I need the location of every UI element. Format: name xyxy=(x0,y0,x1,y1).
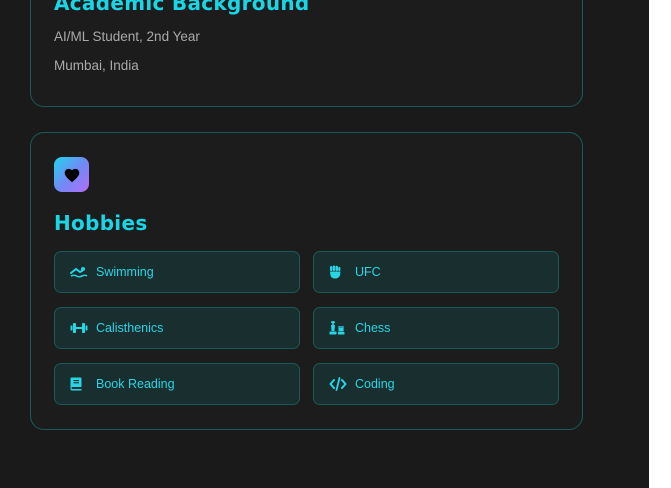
hobby-ufc[interactable]: UFC xyxy=(313,251,559,293)
chess-icon xyxy=(329,320,349,336)
hobby-label: Book Reading xyxy=(96,377,175,391)
hobby-book-reading[interactable]: Book Reading xyxy=(54,363,300,405)
hobby-label: Calisthenics xyxy=(96,321,164,335)
hobby-calisthenics[interactable]: Calisthenics xyxy=(54,307,300,349)
academic-background-card: Academic Background AI/ML Student, 2nd Y… xyxy=(30,0,583,107)
heart-icon xyxy=(54,157,89,192)
location-text: Mumbai, India xyxy=(54,58,139,73)
hobby-chess[interactable]: Chess xyxy=(313,307,559,349)
hobby-label: UFC xyxy=(355,265,381,279)
book-icon xyxy=(70,376,90,392)
swimmer-icon xyxy=(70,264,90,280)
hobby-label: Chess xyxy=(355,321,391,335)
academic-background-title: Academic Background xyxy=(54,0,310,15)
code-icon xyxy=(329,376,349,392)
hobby-label: Coding xyxy=(355,377,395,391)
hobbies-card: Hobbies Swimming UFC Calisthenics Chess … xyxy=(30,132,583,430)
window-edge xyxy=(649,0,671,488)
page: Academic Background AI/ML Student, 2nd Y… xyxy=(0,0,649,488)
academic-year-text: AI/ML Student, 2nd Year xyxy=(54,29,200,44)
fist-icon xyxy=(329,264,349,280)
hobbies-title: Hobbies xyxy=(54,211,148,235)
hobby-label: Swimming xyxy=(96,265,154,279)
hobby-swimming[interactable]: Swimming xyxy=(54,251,300,293)
hobby-coding[interactable]: Coding xyxy=(313,363,559,405)
dumbbell-icon xyxy=(70,320,90,336)
